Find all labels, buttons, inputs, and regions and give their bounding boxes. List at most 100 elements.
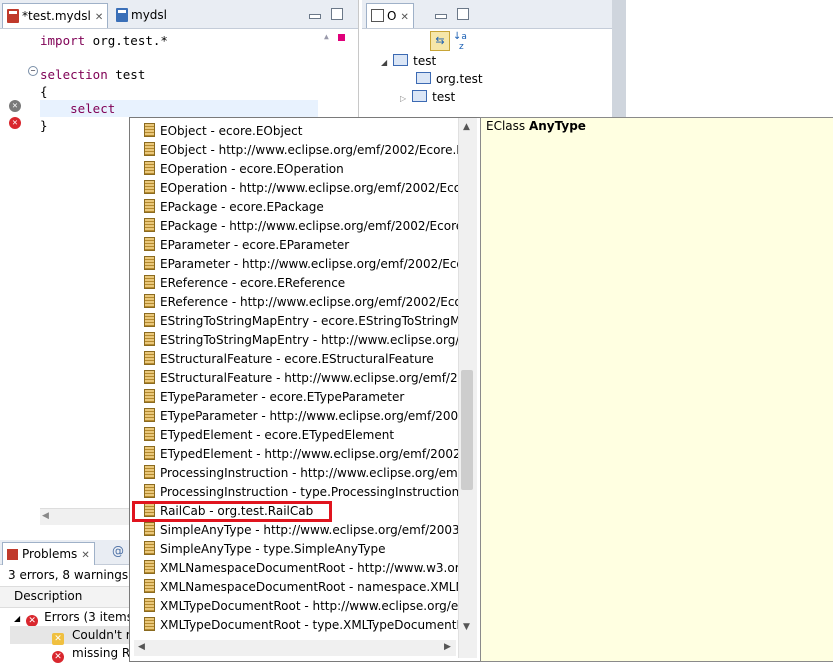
problem-list-item[interactable]: ✕ missing RU	[10, 644, 139, 663]
eclass-icon	[144, 199, 155, 213]
error-marker-icon[interactable]: ✕	[9, 117, 21, 129]
proposal-item[interactable]: EStructuralFeature - ecore.EStructuralFe…	[144, 350, 460, 369]
proposal-item[interactable]: EOperation - ecore.EOperation	[144, 160, 460, 179]
minimize-icon[interactable]	[435, 14, 447, 19]
eclass-icon	[144, 617, 155, 631]
close-icon[interactable]: ✕	[81, 550, 89, 561]
eclass-icon	[144, 275, 155, 289]
overview-error-marker-icon[interactable]	[338, 34, 345, 41]
code-line: selection test	[40, 67, 146, 82]
eclass-icon	[144, 370, 155, 384]
model-element-icon	[412, 90, 428, 102]
scroll-down-icon[interactable]: ▼	[463, 622, 470, 632]
proposal-item[interactable]: ProcessingInstruction - type.ProcessingI…	[144, 483, 460, 502]
import-element-icon	[416, 72, 431, 84]
proposal-item[interactable]: EOperation - http://www.eclipse.org/emf/…	[144, 179, 460, 198]
problems-errors-group[interactable]: ◢ ✕ Errors (3 items)	[14, 608, 138, 627]
proposal-item[interactable]: ETypedElement - http://www.eclipse.org/e…	[144, 445, 460, 464]
problems-tab-bar: Problems ✕ @	[0, 540, 130, 565]
proposal-item[interactable]: EParameter - ecore.EParameter	[144, 236, 460, 255]
scroll-up-icon[interactable]: ▲	[324, 32, 332, 41]
expanded-arrow-icon[interactable]: ◢	[381, 58, 387, 67]
eclass-icon	[144, 332, 155, 346]
proposal-item[interactable]: XMLNamespaceDocumentRoot - http://www.w3…	[144, 559, 460, 578]
scroll-up-icon[interactable]: ▲	[463, 122, 470, 132]
maximize-icon[interactable]	[331, 8, 343, 20]
close-icon[interactable]: ✕	[400, 12, 408, 23]
editor-tab-bar: *test.mydsl ✕ mydsl	[0, 0, 358, 29]
proposal-item[interactable]: ETypedElement - ecore.ETypedElement	[144, 426, 460, 445]
proposal-item[interactable]: EObject - ecore.EObject	[144, 122, 460, 141]
outline-tab[interactable]: O ✕	[366, 3, 414, 28]
eclass-icon	[144, 522, 155, 536]
proposal-item[interactable]: SimpleAnyType - http://www.eclipse.org/e…	[144, 521, 460, 540]
eclass-icon	[144, 541, 155, 555]
eclass-icon	[144, 579, 155, 593]
sort-alphabetically-icon[interactable]: ↓a z	[453, 32, 467, 52]
link-with-editor-icon[interactable]: ⇆	[430, 31, 450, 51]
javadoc-tab-icon[interactable]: @	[112, 544, 124, 558]
eclass-icon	[144, 123, 155, 137]
outline-tree-item[interactable]: org.test	[416, 70, 483, 88]
proposal-item[interactable]: EReference - ecore.EReference	[144, 274, 460, 293]
eclass-icon	[144, 161, 155, 175]
proposal-item[interactable]: XMLTypeDocumentRoot - http://www.eclipse…	[144, 597, 460, 616]
code-line: import org.test.*	[40, 33, 168, 48]
proposal-item[interactable]: EObject - http://www.eclipse.org/emf/200…	[144, 141, 460, 160]
eclass-icon	[144, 560, 155, 574]
maximize-icon[interactable]	[457, 8, 469, 20]
problems-column-header[interactable]: Description	[0, 586, 130, 608]
scrollbar-thumb[interactable]	[461, 370, 473, 490]
outline-view-icon	[371, 9, 384, 22]
eclass-icon	[144, 446, 155, 460]
proposal-horizontal-scrollbar[interactable]: ◀ ▶	[134, 640, 456, 656]
fold-collapse-icon[interactable]: −	[28, 66, 38, 76]
proposal-item[interactable]: EStringToStringMapEntry - http://www.ecl…	[144, 331, 460, 350]
expanded-arrow-icon[interactable]: ◢	[14, 614, 20, 623]
proposal-info-panel: EClass AnyType	[480, 117, 833, 662]
proposal-item[interactable]: XMLTypeDocumentRoot - type.XMLTypeDocume…	[144, 616, 460, 635]
scroll-left-icon[interactable]: ◀	[42, 511, 49, 521]
proposal-item[interactable]: ProcessingInstruction - http://www.eclip…	[144, 464, 460, 483]
editor-tab-mydsl[interactable]: mydsl	[112, 3, 171, 27]
eclass-icon	[144, 351, 155, 365]
mydsl-file-icon	[7, 9, 19, 23]
proposal-item[interactable]: ETypeParameter - ecore.ETypeParameter	[144, 388, 460, 407]
proposal-item[interactable]: EStructuralFeature - http://www.eclipse.…	[144, 369, 460, 388]
proposal-info-class-name: AnyType	[528, 119, 586, 133]
proposal-item[interactable]: EParameter - http://www.eclipse.org/emf/…	[144, 255, 460, 274]
eclass-icon	[144, 142, 155, 156]
error-icon: ✕	[52, 651, 64, 663]
editor-tab-test-mydsl[interactable]: *test.mydsl ✕	[2, 3, 109, 28]
error-marker-icon[interactable]: ✕	[9, 100, 21, 112]
mydsl-file-icon	[116, 8, 128, 22]
proposal-item[interactable]: EPackage - http://www.eclipse.org/emf/20…	[144, 217, 460, 236]
collapsed-arrow-icon[interactable]: ▷	[400, 94, 406, 103]
view-separator	[612, 0, 626, 120]
eclass-icon	[144, 237, 155, 251]
minimize-icon[interactable]	[309, 14, 321, 19]
code-line: {	[40, 84, 48, 99]
eclass-icon	[144, 218, 155, 232]
proposal-item[interactable]: SimpleAnyType - type.SimpleAnyType	[144, 540, 460, 559]
eclass-icon	[144, 180, 155, 194]
eclass-icon	[144, 256, 155, 270]
scroll-left-icon[interactable]: ◀	[138, 642, 145, 652]
close-icon[interactable]: ✕	[95, 12, 103, 23]
outline-tree-item[interactable]: ◢ test	[381, 52, 436, 70]
proposal-item[interactable]: XMLNamespaceDocumentRoot - namespace.XML…	[144, 578, 460, 597]
outline-tab-bar: O ✕	[362, 0, 612, 29]
proposal-item[interactable]: EReference - http://www.eclipse.org/emf/…	[144, 293, 460, 312]
proposal-item[interactable]: EPackage - ecore.EPackage	[144, 198, 460, 217]
proposal-item[interactable]: ETypeParameter - http://www.eclipse.org/…	[144, 407, 460, 426]
outline-tree-item[interactable]: ▷ test	[400, 88, 455, 106]
eclass-icon	[144, 408, 155, 422]
model-element-icon	[393, 54, 409, 66]
eclass-icon	[144, 389, 155, 403]
problems-tab[interactable]: Problems ✕	[2, 542, 95, 565]
proposal-item[interactable]: EStringToStringMapEntry - ecore.EStringT…	[144, 312, 460, 331]
code-line: }	[40, 118, 48, 133]
eclass-icon	[144, 313, 155, 327]
scroll-right-icon[interactable]: ▶	[444, 642, 451, 652]
problem-list-item[interactable]: ✕ Couldn't re	[10, 626, 138, 645]
